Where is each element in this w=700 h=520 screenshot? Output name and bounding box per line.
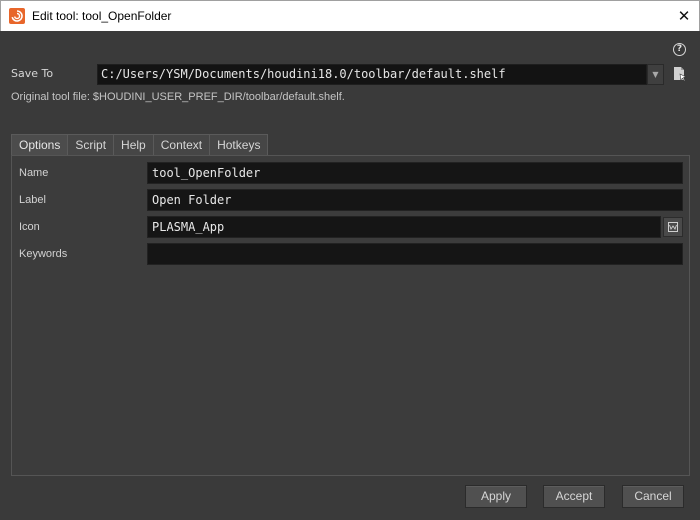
tab-hotkeys[interactable]: Hotkeys (209, 134, 269, 155)
tab-script[interactable]: Script (67, 134, 115, 155)
save-to-dropdown-button[interactable]: ▼ (647, 64, 664, 85)
name-label: Name (19, 167, 49, 179)
icon-chooser-button[interactable] (663, 217, 683, 237)
label-label: Label (19, 194, 46, 206)
tab-bar: Options Script Help Context Hotkeys (11, 134, 269, 155)
icon-label: Icon (19, 221, 40, 233)
save-to-field[interactable]: C:/Users/YSM/Documents/houdini18.0/toolb… (97, 64, 647, 85)
tab-context[interactable]: Context (152, 134, 211, 155)
close-button[interactable]: ✕ (669, 1, 699, 31)
keywords-field[interactable] (147, 243, 683, 265)
image-icon (668, 222, 678, 232)
help-icon[interactable]: ? (673, 43, 686, 56)
window-title: Edit tool: tool_OpenFolder (32, 9, 172, 23)
icon-field[interactable]: PLASMA_App (147, 216, 661, 238)
name-field[interactable]: tool_OpenFolder (147, 162, 683, 184)
chevron-down-icon: ▼ (652, 70, 659, 79)
file-browse-icon[interactable] (672, 66, 688, 82)
accept-button[interactable]: Accept (543, 485, 605, 508)
houdini-app-icon (9, 8, 25, 24)
title-bar: Edit tool: tool_OpenFolder ✕ (0, 0, 700, 31)
original-tool-file-text: Original tool file: $HOUDINI_USER_PREF_D… (11, 91, 345, 103)
keywords-label: Keywords (19, 248, 68, 260)
label-field[interactable]: Open Folder (147, 189, 683, 211)
cancel-button[interactable]: Cancel (622, 485, 684, 508)
tab-options[interactable]: Options (11, 134, 69, 155)
save-to-label: Save To (11, 67, 54, 80)
tab-help[interactable]: Help (113, 134, 154, 155)
apply-button[interactable]: Apply (465, 485, 527, 508)
